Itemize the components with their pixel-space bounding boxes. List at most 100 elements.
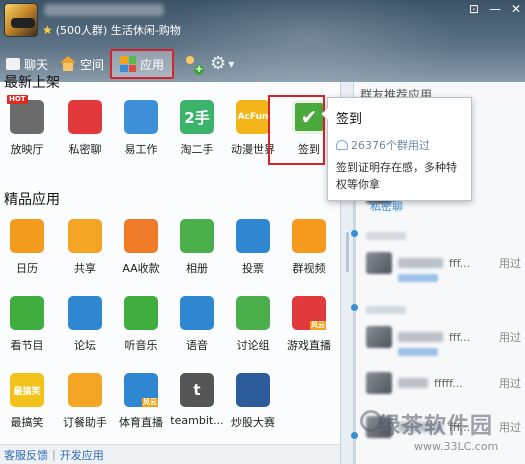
users-icon (336, 140, 348, 150)
app-sports[interactable]: 风云 体育直播 (111, 373, 171, 430)
gear-icon[interactable]: ⚙ (210, 55, 226, 73)
chat-icon (6, 58, 20, 70)
food-icon (68, 373, 102, 407)
friend-name: fff... (449, 330, 471, 344)
app-label: 相册 (186, 262, 208, 275)
friend-avatar (366, 326, 392, 348)
app-label: 论坛 (74, 339, 96, 352)
checkin-highlight-box (268, 95, 325, 165)
chevron-down-icon[interactable]: ▼ (228, 60, 234, 69)
tooltip-title: 签到 (336, 112, 363, 127)
app-label: 订餐助手 (63, 416, 107, 429)
add-member-icon[interactable] (184, 55, 205, 75)
funny-icon: 最搞笑 (10, 373, 44, 407)
app-video[interactable]: 群视频 (279, 219, 339, 276)
timeline-dot (351, 230, 358, 237)
app-calendar[interactable]: 日历 (0, 219, 57, 276)
app-label: 听音乐 (124, 339, 158, 352)
group-info: ★ (500人群) 生活休闲-购物 (42, 22, 181, 38)
feed-item[interactable]: fff... 用过 (366, 322, 521, 356)
app-label: 游戏直播 (287, 339, 331, 352)
develop-app-link[interactable]: 开发应用 (60, 447, 104, 463)
app-link-blurred[interactable] (398, 274, 438, 282)
group-avatar[interactable] (4, 3, 38, 37)
chat-header: ★ (500人群) 生活休闲-购物 ⊡ — ✕ 聊天 空间 应用 ⚙ ▼ (0, 0, 525, 82)
app-secondhand[interactable]: 2手淘二手 (167, 100, 227, 157)
app-folder[interactable]: 共享 (55, 219, 115, 276)
feed-item[interactable]: fff... 用过 (366, 248, 521, 282)
app-link-blurred[interactable] (398, 348, 438, 356)
app-label: teambit... (170, 414, 224, 427)
feed-item[interactable]: fffff... 用过 (366, 368, 521, 398)
app-work[interactable]: 易工作 (111, 100, 171, 157)
app-aa-payment[interactable]: AA收款 (111, 219, 171, 276)
app-forum[interactable]: 论坛 (55, 296, 115, 353)
app-label: 日历 (16, 262, 38, 275)
app-film[interactable]: 看节目 (0, 296, 57, 353)
acfun-icon: AcFun (236, 100, 270, 134)
feedback-link[interactable]: 客服反馈 (4, 447, 48, 463)
folder-icon (68, 219, 102, 253)
tab-apps-label: 应用 (140, 57, 165, 72)
app-food[interactable]: 订餐助手 (55, 373, 115, 430)
app-label: AA收款 (122, 262, 160, 275)
date-label (366, 306, 406, 314)
timeline-dot (351, 304, 358, 311)
site-watermark: 绿茶软件园 www.33LC.com (360, 408, 520, 460)
hot-badge: HOT (7, 95, 28, 104)
secondhand-icon: 2手 (180, 100, 214, 134)
friend-name-blurred (398, 378, 428, 388)
app-cinema[interactable]: HOT 放映厅 (0, 95, 57, 157)
app-voice[interactable]: 语音 (167, 296, 227, 353)
app-label: 投票 (242, 262, 264, 275)
stock-icon (236, 373, 270, 407)
friend-name: fffff... (434, 376, 463, 390)
minimize-icon[interactable]: — (489, 2, 501, 16)
app-label: 看节目 (10, 339, 44, 352)
app-private-chat[interactable]: 私密聊 (55, 100, 115, 157)
star-icon: ★ (42, 23, 53, 37)
aa-payment-icon (124, 219, 158, 253)
tooltip-description: 签到证明存在感，多种特权等你拿 (336, 161, 457, 191)
used-label: 用过 (499, 331, 521, 344)
app-game-live[interactable]: 风云游戏直播 (279, 296, 339, 353)
tab-space-label: 空间 (80, 57, 105, 72)
calendar-icon (10, 219, 44, 253)
tab-chat-label: 聊天 (24, 57, 49, 72)
app-discussion[interactable]: 讨论组 (223, 296, 283, 353)
close-icon[interactable]: ✕ (511, 2, 521, 16)
tab-apps[interactable]: 应用 (110, 49, 175, 79)
tab-space[interactable]: 空间 (54, 50, 110, 78)
app-label: 共享 (74, 262, 96, 275)
teambition-icon: t (180, 373, 214, 407)
fengyun-badge: 风云 (142, 398, 158, 407)
app-label: 淘二手 (180, 143, 214, 156)
app-vote[interactable]: 投票 (223, 219, 283, 276)
app-teambition[interactable]: t teambit... (167, 373, 227, 427)
app-funny[interactable]: 最搞笑 最搞笑 (0, 373, 57, 430)
app-label: 群视频 (292, 262, 326, 275)
app-label: 最搞笑 (10, 416, 44, 429)
section-title-featured: 精品应用 (4, 192, 60, 208)
app-stock[interactable]: 炒股大赛 (223, 373, 283, 430)
tooltip-usage: 26376个群用过 (336, 137, 463, 153)
work-icon (124, 100, 158, 134)
friend-name-blurred (398, 258, 443, 268)
voice-icon (180, 296, 214, 330)
watermark-url: www.33LC.com (414, 440, 499, 453)
sports-icon: 风云 (124, 373, 158, 407)
video-icon (292, 219, 326, 253)
fengyun-badge: 风云 (310, 321, 326, 330)
discussion-icon (236, 296, 270, 330)
game-live-icon: 风云 (292, 296, 326, 330)
forum-icon (68, 296, 102, 330)
footer-links: 客服反馈 | 开发应用 (0, 444, 340, 464)
app-label: 讨论组 (236, 339, 270, 352)
app-music[interactable]: 听音乐 (111, 296, 171, 353)
app-album[interactable]: 相册 (167, 219, 227, 276)
app-label: 炒股大赛 (231, 416, 275, 429)
restore-icon[interactable]: ⊡ (469, 2, 479, 16)
app-label: 易工作 (124, 143, 158, 156)
friend-name-blurred (398, 332, 443, 342)
tooltip-count: 26376个群用过 (351, 139, 430, 152)
